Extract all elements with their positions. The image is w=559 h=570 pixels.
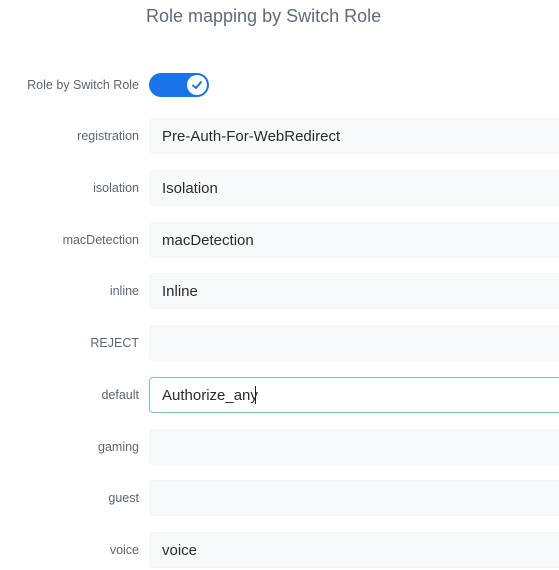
- isolation-label: isolation: [93, 181, 139, 195]
- registration-label: registration: [77, 129, 139, 143]
- role-by-switch-role-label: Role by Switch Role: [27, 78, 139, 92]
- gaming-label: gaming: [98, 440, 139, 454]
- macdetection-input[interactable]: [149, 222, 559, 258]
- gaming-row: gaming: [0, 429, 559, 465]
- default-label: default: [101, 388, 139, 402]
- macdetection-label: macDetection: [62, 233, 139, 247]
- inline-row: inline: [0, 273, 559, 309]
- inline-input[interactable]: [149, 273, 559, 309]
- voice-input[interactable]: [149, 532, 559, 568]
- voice-row: voice: [0, 532, 559, 568]
- text-caret: [255, 386, 256, 404]
- registration-row: registration: [0, 118, 559, 154]
- role-by-switch-role-toggle[interactable]: [149, 73, 209, 97]
- reject-row: REJECT: [0, 325, 559, 361]
- guest-label: guest: [108, 491, 139, 505]
- isolation-input[interactable]: [149, 170, 559, 206]
- reject-input[interactable]: [149, 325, 559, 361]
- gaming-input[interactable]: [149, 429, 559, 465]
- registration-input[interactable]: [149, 118, 559, 154]
- check-icon: [192, 81, 202, 89]
- guest-input[interactable]: [149, 480, 559, 516]
- isolation-row: isolation: [0, 170, 559, 206]
- toggle-knob: [187, 75, 207, 95]
- macdetection-row: macDetection: [0, 222, 559, 258]
- role-by-switch-role-row: Role by Switch Role: [0, 73, 559, 97]
- default-input[interactable]: [149, 377, 559, 413]
- guest-row: guest: [0, 480, 559, 516]
- default-row: default: [0, 377, 559, 413]
- reject-label: REJECT: [90, 336, 139, 350]
- page-title: Role mapping by Switch Role: [146, 6, 382, 26]
- voice-label: voice: [109, 543, 139, 557]
- inline-label: inline: [109, 284, 139, 298]
